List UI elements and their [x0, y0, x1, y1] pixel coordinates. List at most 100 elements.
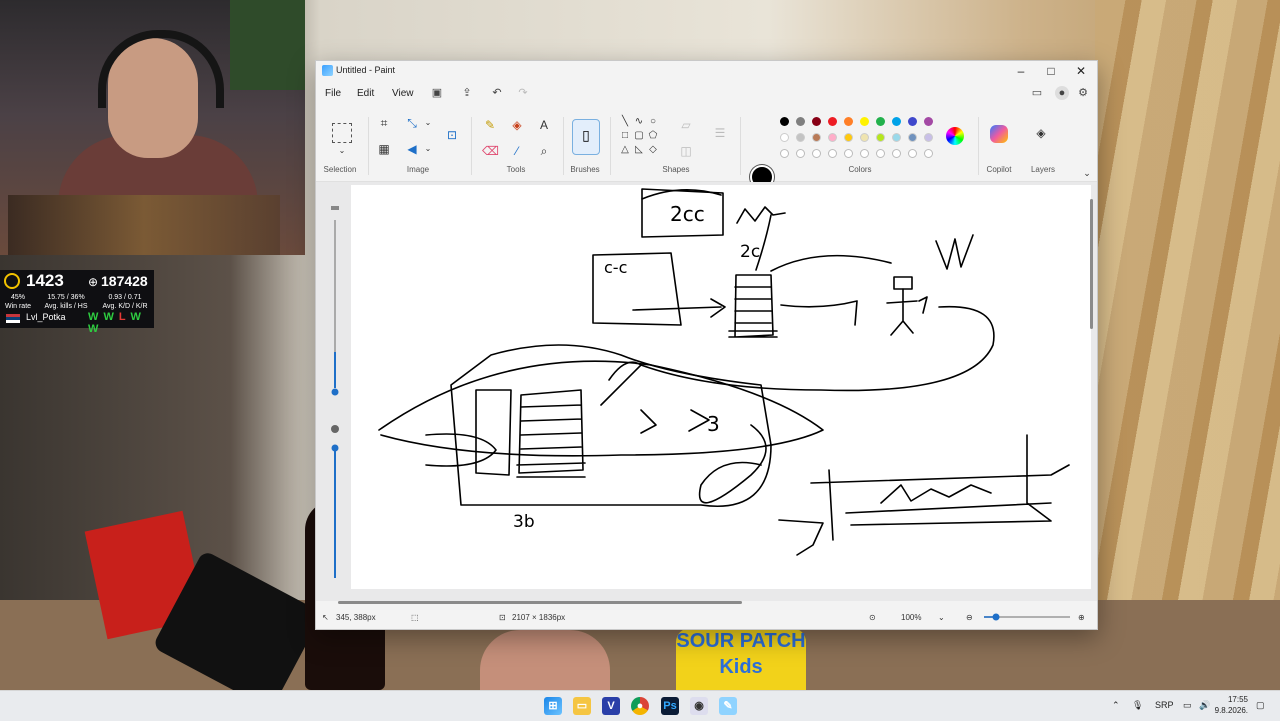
- crop-icon[interactable]: ⌗: [376, 115, 392, 131]
- minimize-button[interactable]: –: [1006, 61, 1036, 81]
- color-swatch[interactable]: [892, 149, 901, 158]
- windows-start-icon[interactable]: ⊞: [544, 697, 562, 715]
- outline-icon[interactable]: ▱: [678, 117, 694, 133]
- rounded-rectangle-shape-icon[interactable]: ▢: [634, 131, 644, 141]
- oval-shape-icon[interactable]: ○: [648, 117, 658, 127]
- color-swatch[interactable]: [924, 149, 933, 158]
- polygon-shape-icon[interactable]: ⬠: [648, 131, 658, 141]
- color-swatch[interactable]: [844, 117, 853, 126]
- curve-shape-icon[interactable]: ∿: [634, 117, 644, 127]
- fill-bucket-icon[interactable]: ◈: [509, 117, 525, 133]
- color-swatch[interactable]: [908, 149, 917, 158]
- share-icon[interactable]: ⇪: [460, 86, 474, 100]
- color-swatch[interactable]: [780, 149, 789, 158]
- text-tool-icon[interactable]: A: [536, 117, 552, 133]
- color-swatch[interactable]: [908, 133, 917, 142]
- drawing-canvas[interactable]: 2cc 2c c-c 3 3b: [351, 185, 1091, 589]
- chevron-up-icon[interactable]: ⌃: [1112, 700, 1120, 711]
- account-icon[interactable]: ●: [1055, 86, 1069, 100]
- comments-icon[interactable]: ▭: [1030, 86, 1044, 100]
- color-swatch[interactable]: [796, 133, 805, 142]
- color-swatch[interactable]: [876, 117, 885, 126]
- color-swatch[interactable]: [892, 133, 901, 142]
- color-swatch[interactable]: [844, 133, 853, 142]
- chevron-down-icon[interactable]: ⌄: [334, 143, 350, 159]
- redo-icon[interactable]: ↷: [516, 86, 530, 100]
- diamond-shape-icon[interactable]: ◇: [648, 145, 658, 155]
- image-select-icon[interactable]: ▦: [376, 141, 392, 157]
- triangle-shape-icon[interactable]: △: [620, 145, 630, 155]
- chevron-down-icon[interactable]: ⌄: [420, 115, 436, 131]
- obs-icon[interactable]: ◉: [690, 697, 708, 715]
- color-swatch[interactable]: [780, 133, 789, 142]
- chrome-icon[interactable]: ●: [631, 697, 649, 715]
- rectangle-shape-icon[interactable]: □: [620, 131, 630, 141]
- system-clock[interactable]: 17:55 9.8.2026.: [1215, 694, 1248, 716]
- maximize-button[interactable]: □: [1036, 61, 1066, 81]
- paint-taskbar-icon[interactable]: ✎: [719, 697, 737, 715]
- copilot-icon[interactable]: [990, 125, 1008, 143]
- color-swatch[interactable]: [812, 133, 821, 142]
- layers-icon[interactable]: ◈: [1033, 125, 1049, 141]
- network-icon[interactable]: ▭: [1183, 700, 1192, 711]
- color-picker-icon[interactable]: ⁄: [509, 143, 525, 159]
- color-swatch[interactable]: [892, 117, 901, 126]
- settings-gear-icon[interactable]: ⚙: [1076, 86, 1090, 100]
- save-icon[interactable]: ▣: [430, 86, 444, 100]
- color-swatch[interactable]: [908, 117, 917, 126]
- zoom-slider[interactable]: [982, 612, 1072, 622]
- input-language[interactable]: SRP: [1155, 700, 1174, 710]
- color-swatch[interactable]: [876, 133, 885, 142]
- line-shape-icon[interactable]: ╲: [620, 117, 630, 127]
- brush-size-slider[interactable]: [326, 202, 346, 582]
- rotate-icon[interactable]: ◀: [404, 141, 420, 157]
- color-swatch[interactable]: [924, 117, 933, 126]
- color-swatch[interactable]: [860, 133, 869, 142]
- color-swatch[interactable]: [860, 149, 869, 158]
- app-v-icon[interactable]: V: [602, 697, 620, 715]
- chevron-down-icon[interactable]: ⌄: [938, 613, 945, 622]
- chevron-down-icon[interactable]: ⌄: [420, 141, 436, 157]
- menu-file[interactable]: File: [325, 88, 341, 99]
- color-swatch[interactable]: [828, 133, 837, 142]
- brush-icon[interactable]: ▯: [572, 119, 600, 155]
- paint-window[interactable]: Untitled - Paint – □ ✕ File Edit View ▣ …: [315, 60, 1098, 630]
- color-swatch[interactable]: [780, 117, 789, 126]
- notifications-icon[interactable]: ▢: [1256, 700, 1265, 711]
- color-swatch[interactable]: [812, 117, 821, 126]
- image-creator-icon[interactable]: ⊡: [444, 127, 460, 143]
- fill-icon[interactable]: ◫: [678, 143, 694, 159]
- zoom-out-icon[interactable]: ⊖: [966, 613, 973, 622]
- brush-slider-graphic[interactable]: [326, 202, 346, 582]
- volume-icon[interactable]: 🔊: [1199, 700, 1210, 711]
- magnifier-icon[interactable]: ⌕: [536, 143, 552, 159]
- select-rectangle-icon[interactable]: [332, 123, 352, 143]
- color-swatch[interactable]: [812, 149, 821, 158]
- title-bar[interactable]: Untitled - Paint – □ ✕: [316, 61, 1097, 81]
- size-icon[interactable]: ☰: [712, 125, 728, 141]
- zoom-level[interactable]: 100%: [901, 613, 921, 622]
- color-swatch[interactable]: [796, 117, 805, 126]
- edit-colors-icon[interactable]: [946, 127, 964, 145]
- menu-edit[interactable]: Edit: [357, 88, 374, 99]
- color-swatch[interactable]: [860, 117, 869, 126]
- color-swatch[interactable]: [924, 133, 933, 142]
- horizontal-scrollbar[interactable]: [316, 594, 1097, 604]
- fit-to-window-icon[interactable]: ⊙: [869, 613, 876, 622]
- file-explorer-icon[interactable]: ▭: [573, 697, 591, 715]
- vertical-scrollbar-graphic[interactable]: [1089, 185, 1095, 589]
- ribbon-collapse-icon[interactable]: ⌄: [1079, 165, 1095, 181]
- vertical-scrollbar[interactable]: [1089, 185, 1095, 589]
- zoom-in-icon[interactable]: ⊕: [1078, 613, 1085, 622]
- right-triangle-shape-icon[interactable]: ◺: [634, 145, 644, 155]
- resize-icon[interactable]: ⤡: [404, 115, 420, 131]
- menu-view[interactable]: View: [392, 88, 414, 99]
- color-swatch[interactable]: [796, 149, 805, 158]
- color-swatch[interactable]: [876, 149, 885, 158]
- color-swatch[interactable]: [828, 149, 837, 158]
- color-swatch[interactable]: [828, 117, 837, 126]
- eraser-icon[interactable]: ⌫: [482, 143, 499, 159]
- color-swatch[interactable]: [844, 149, 853, 158]
- photoshop-icon[interactable]: Ps: [661, 697, 679, 715]
- pencil-icon[interactable]: ✎: [482, 117, 498, 133]
